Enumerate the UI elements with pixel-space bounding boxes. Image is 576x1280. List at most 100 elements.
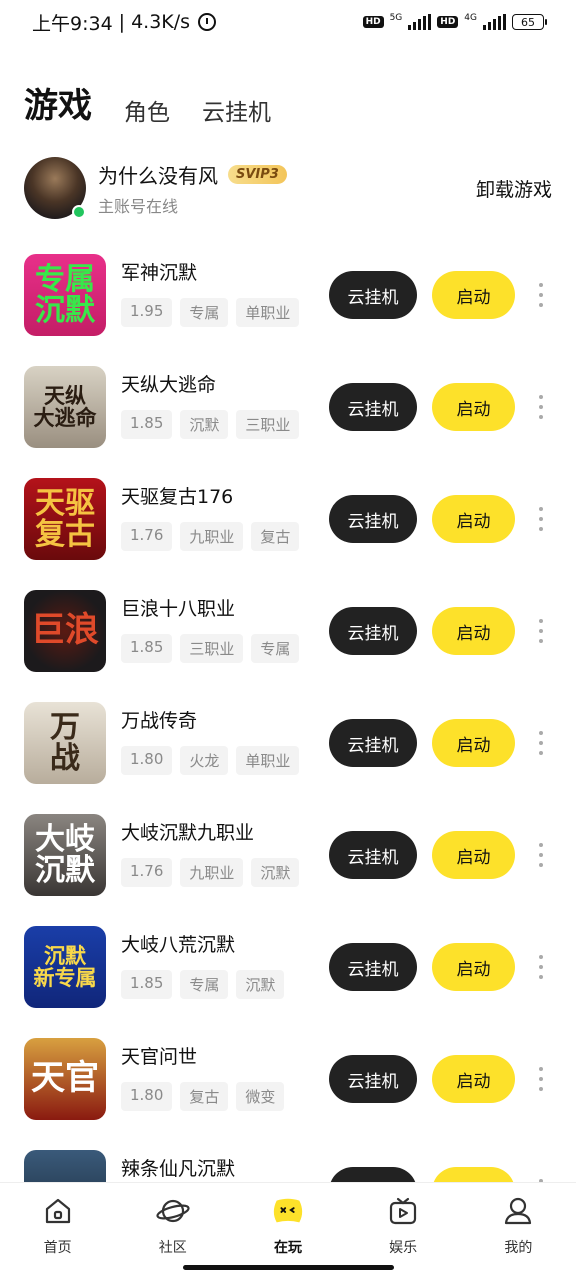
game-tag: 专属 — [251, 634, 300, 663]
game-tag: 三职业 — [236, 410, 300, 439]
game-list-item[interactable]: 大岐 沉默 大岐沉默九职业 1.76 九职业 沉默 云挂机 启动 — [0, 810, 576, 922]
battery-icon: 65 — [512, 14, 547, 30]
more-vertical-icon[interactable] — [536, 731, 546, 755]
game-tag: 复古 — [180, 1082, 229, 1111]
start-game-button[interactable]: 启动 — [432, 1055, 515, 1103]
status-bar: 上午9:34 | 4.3K/s HD 5G HD 4G 65 — [0, 0, 576, 44]
cloud-idle-button[interactable]: 云挂机 — [329, 719, 417, 767]
network-type-label: 5G — [389, 13, 403, 23]
game-tag: 九职业 — [180, 858, 244, 887]
game-title: 军神沉默 — [121, 262, 198, 284]
version-tag: 1.76 — [121, 858, 173, 887]
tv-icon — [386, 1195, 420, 1227]
tag-row: 1.95 专属 单职业 — [121, 298, 300, 327]
game-icon[interactable]: 沉默 新专属 — [24, 926, 106, 1008]
tag-row: 1.85 三职业 专属 — [121, 634, 300, 663]
cloud-idle-button[interactable]: 云挂机 — [329, 1055, 417, 1103]
home-icon — [41, 1195, 75, 1227]
game-tag: 沉默 — [251, 858, 300, 887]
start-game-button[interactable]: 启动 — [432, 495, 515, 543]
online-status-dot — [72, 205, 86, 219]
game-icon[interactable]: 巨浪 — [24, 590, 106, 672]
game-tag: 沉默 — [180, 410, 229, 439]
tag-row: 1.80 火龙 单职业 — [121, 746, 300, 775]
game-list-item[interactable]: 万 战万战传奇 1.80 火龙 单职业 云挂机 启动 — [0, 698, 576, 810]
game-title: 天纵大逃命 — [121, 374, 217, 396]
nav-label: 娱乐 — [389, 1240, 418, 1256]
tag-row: 1.76 九职业 复古 — [121, 522, 300, 551]
more-vertical-icon[interactable] — [536, 507, 546, 531]
more-vertical-icon[interactable] — [536, 1067, 546, 1091]
cloud-idle-button[interactable]: 云挂机 — [329, 831, 417, 879]
more-vertical-icon[interactable] — [536, 843, 546, 867]
account-name: 为什么没有风 — [98, 163, 218, 188]
version-tag: 1.76 — [121, 522, 173, 551]
nav-label: 我的 — [504, 1240, 533, 1256]
game-tag: 专属 — [180, 970, 229, 999]
game-icon[interactable]: 专属 沉默 — [24, 254, 106, 336]
more-vertical-icon[interactable] — [536, 283, 546, 307]
game-title: 巨浪十八职业 — [121, 598, 236, 620]
game-tag: 九职业 — [180, 522, 244, 551]
start-game-button[interactable]: 启动 — [432, 943, 515, 991]
game-title: 万战传奇 — [121, 710, 198, 732]
game-icon[interactable]: 万 战 — [24, 702, 106, 784]
cloud-idle-button[interactable]: 云挂机 — [329, 495, 417, 543]
game-icon[interactable]: 天驱 复古 — [24, 478, 106, 560]
planet-icon — [156, 1195, 190, 1227]
start-game-button[interactable]: 启动 — [432, 383, 515, 431]
nav-label: 社区 — [158, 1240, 187, 1256]
network-type-label: 4G — [464, 13, 477, 23]
nav-label: 在玩 — [273, 1240, 302, 1256]
game-list-item[interactable]: 巨浪 巨浪十八职业 1.85 三职业 专属 云挂机 启动 — [0, 586, 576, 698]
cloud-idle-button[interactable]: 云挂机 — [329, 383, 417, 431]
signal-icon — [483, 14, 506, 30]
nav-home[interactable]: 首页 — [13, 1195, 103, 1280]
game-tag: 复古 — [251, 522, 300, 551]
svip-badge: SVIP3 — [228, 164, 287, 184]
more-vertical-icon[interactable] — [536, 619, 546, 643]
start-game-button[interactable]: 启动 — [432, 719, 515, 767]
tag-row: 1.85 专属 沉默 — [121, 970, 285, 999]
start-game-button[interactable]: 启动 — [432, 271, 515, 319]
profile-icon — [501, 1195, 535, 1227]
alarm-icon — [198, 13, 217, 31]
game-list-item[interactable]: 天官 天官问世 1.80 复古 微变 云挂机 启动 — [0, 1034, 576, 1146]
tab-roles[interactable]: 角色 — [124, 93, 170, 127]
game-list-item[interactable]: 天驱 复古 天驱复古176 1.76 九职业 复古 云挂机 启动 — [0, 474, 576, 586]
game-title: 辣条仙凡沉默 — [121, 1158, 236, 1180]
tab-games[interactable]: 游戏 — [24, 78, 92, 127]
game-tag: 微变 — [236, 1082, 285, 1111]
game-icon[interactable]: 天纵 大逃命 — [24, 366, 106, 448]
start-game-button[interactable]: 启动 — [432, 607, 515, 655]
cloud-idle-button[interactable]: 云挂机 — [329, 607, 417, 655]
nav-profile[interactable]: 我的 — [473, 1195, 563, 1280]
status-left: 上午9:34 | 4.3K/s — [32, 9, 217, 36]
cloud-idle-button[interactable]: 云挂机 — [329, 271, 417, 319]
tab-cloud-idle[interactable]: 云挂机 — [202, 93, 271, 127]
separator: | — [118, 11, 126, 33]
start-game-button[interactable]: 启动 — [432, 831, 515, 879]
tag-row: 1.80 复古 微变 — [121, 1082, 285, 1111]
game-list-item[interactable]: 专属 沉默 军神沉默 1.95 专属 单职业 云挂机 启动 — [0, 250, 576, 362]
uninstall-game-button[interactable]: 卸载游戏 — [476, 175, 552, 202]
more-vertical-icon[interactable] — [536, 955, 546, 979]
home-indicator — [183, 1265, 394, 1270]
game-icon[interactable]: 大岐 沉默 — [24, 814, 106, 896]
account-status: 主账号在线 — [98, 196, 179, 216]
account-name-line: 为什么没有风 SVIP3 — [98, 160, 476, 189]
game-tag: 单职业 — [236, 746, 300, 775]
tag-row: 1.85 沉默 三职业 — [121, 410, 300, 439]
game-list-item[interactable]: 沉默 新专属 大岐八荒沉默 1.85 专属 沉默 云挂机 启动 — [0, 922, 576, 1034]
game-icon[interactable]: 天官 — [24, 1038, 106, 1120]
game-tag: 火龙 — [180, 746, 229, 775]
more-vertical-icon[interactable] — [536, 395, 546, 419]
hd-badge: HD — [362, 16, 384, 28]
nav-label: 首页 — [43, 1240, 72, 1256]
signal-icon — [408, 14, 432, 30]
avatar[interactable] — [24, 157, 86, 219]
cloud-idle-button[interactable]: 云挂机 — [329, 943, 417, 991]
hd-badge: HD — [437, 16, 459, 28]
game-list-item[interactable]: 天纵 大逃命 天纵大逃命 1.85 沉默 三职业 云挂机 启动 — [0, 362, 576, 474]
game-title: 天官问世 — [121, 1046, 198, 1068]
